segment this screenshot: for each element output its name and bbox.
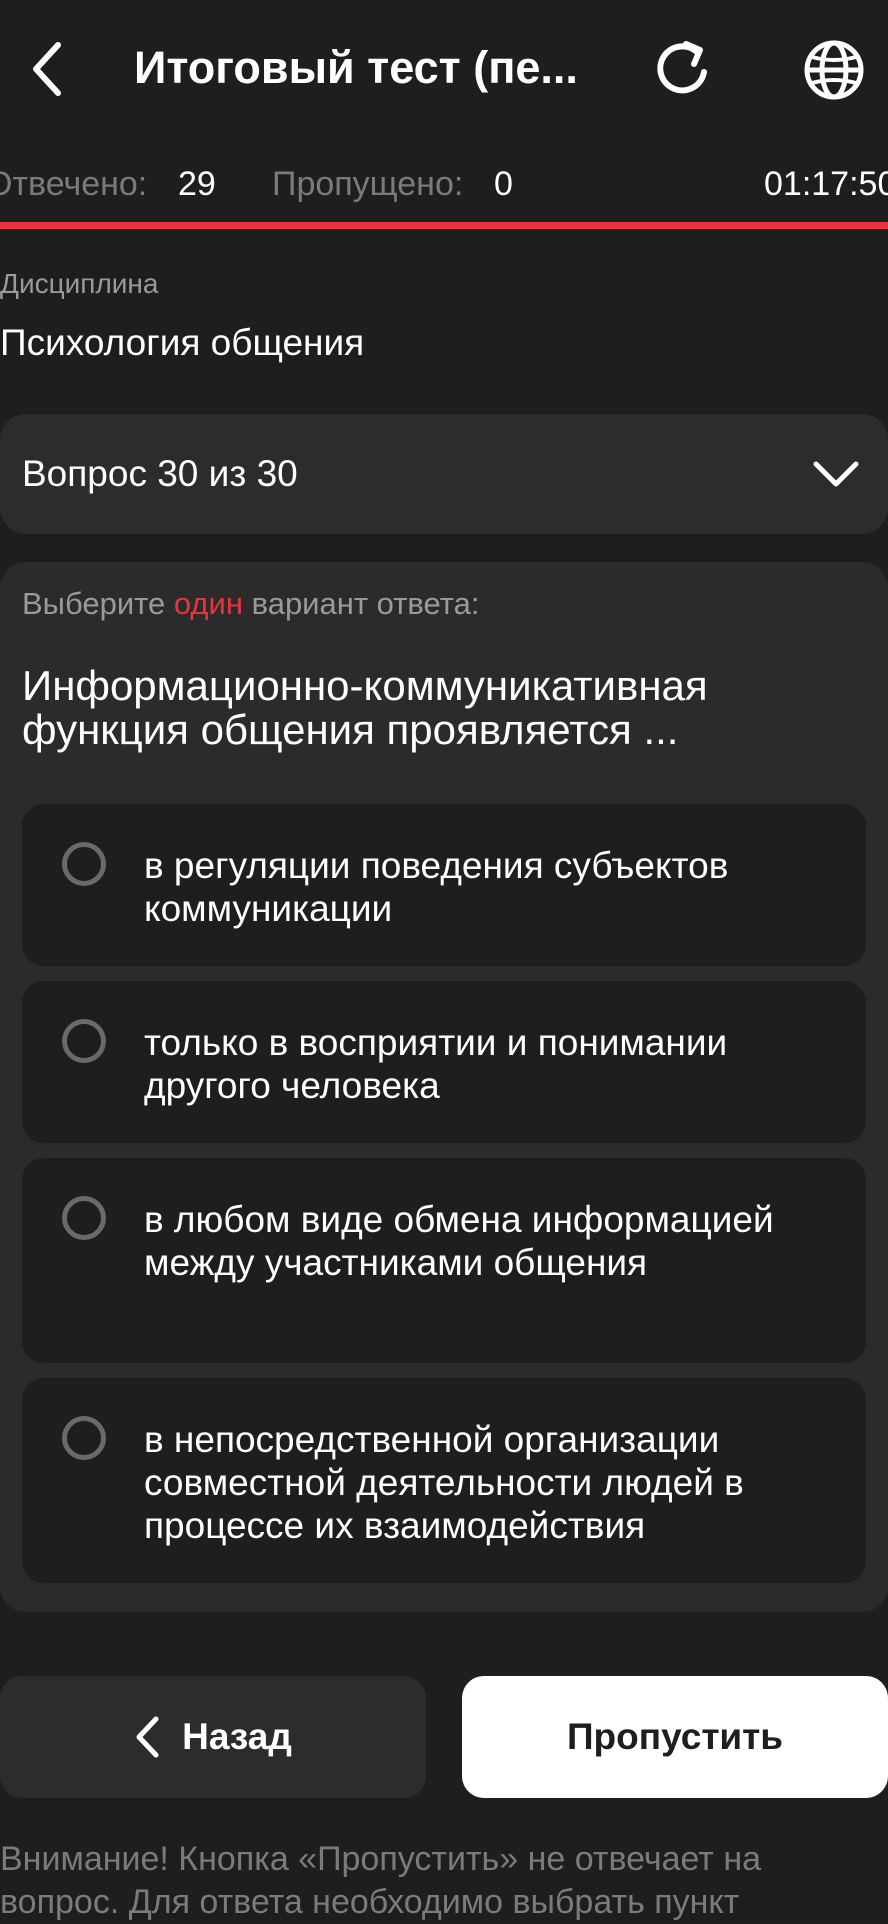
back-question-button[interactable]: Назад	[0, 1676, 426, 1798]
chevron-down-icon	[813, 461, 859, 487]
discipline-label: Дисциплина	[0, 268, 159, 299]
reload-icon	[657, 41, 707, 94]
answered-label: Отвечено:	[0, 165, 148, 203]
skipped-label: Пропущено:	[272, 165, 464, 203]
answer-option[interactable]: в непосредственной организации совместно…	[22, 1378, 866, 1583]
answer-option-label: в непосредственной организации совместно…	[144, 1419, 744, 1546]
answer-option[interactable]: в регуляции поведения субъектов коммуник…	[22, 804, 866, 966]
top-bar: Итоговый тест (пе...	[0, 0, 888, 140]
timer: 01:17:50	[764, 165, 888, 203]
radio-button[interactable]	[62, 842, 106, 886]
answer-option[interactable]: в любом виде обмена информацией между уч…	[22, 1158, 866, 1363]
answer-option-label: в регуляции поведения субъектов коммуник…	[144, 845, 729, 929]
radio-button[interactable]	[62, 1019, 106, 1063]
radio-button[interactable]	[62, 1416, 106, 1460]
question-selector[interactable]: Вопрос 30 из 30	[0, 414, 888, 534]
instruction-highlight: один	[173, 586, 243, 621]
answer-option[interactable]: только в восприятии и понимании другого …	[22, 981, 866, 1143]
skip-button-label: Пропустить	[566, 1716, 784, 1757]
stats-bar: Отвечено: 29 Пропущено: 0 01:17:50	[0, 154, 888, 214]
radio-button[interactable]	[62, 1196, 106, 1240]
reload-button[interactable]	[650, 36, 716, 102]
page-title: Итоговый тест (пе...	[134, 42, 578, 93]
back-button[interactable]	[22, 36, 72, 102]
question-number: Вопрос 30 из 30	[22, 453, 298, 494]
answer-instruction: Выберите один вариант ответа:	[22, 586, 480, 621]
answer-option-label: в любом виде обмена информацией между уч…	[144, 1199, 774, 1283]
progress-bar	[0, 222, 888, 229]
question-text: Информационно-коммуникативная функция об…	[22, 662, 708, 753]
language-button[interactable]	[800, 36, 868, 104]
chevron-left-icon	[136, 1716, 159, 1758]
back-question-label: Назад	[182, 1716, 292, 1757]
answered-count: 29	[178, 165, 216, 203]
skipped-count: 0	[494, 165, 513, 203]
answer-option-label: только в восприятии и понимании другого …	[144, 1022, 728, 1106]
discipline-name: Психология общения	[0, 322, 365, 363]
chevron-left-icon	[33, 42, 61, 96]
skip-button[interactable]: Пропустить	[462, 1676, 888, 1798]
globe-icon	[804, 40, 864, 100]
skip-warning: Внимание! Кнопка «Пропустить» не отвечае…	[0, 1840, 762, 1921]
